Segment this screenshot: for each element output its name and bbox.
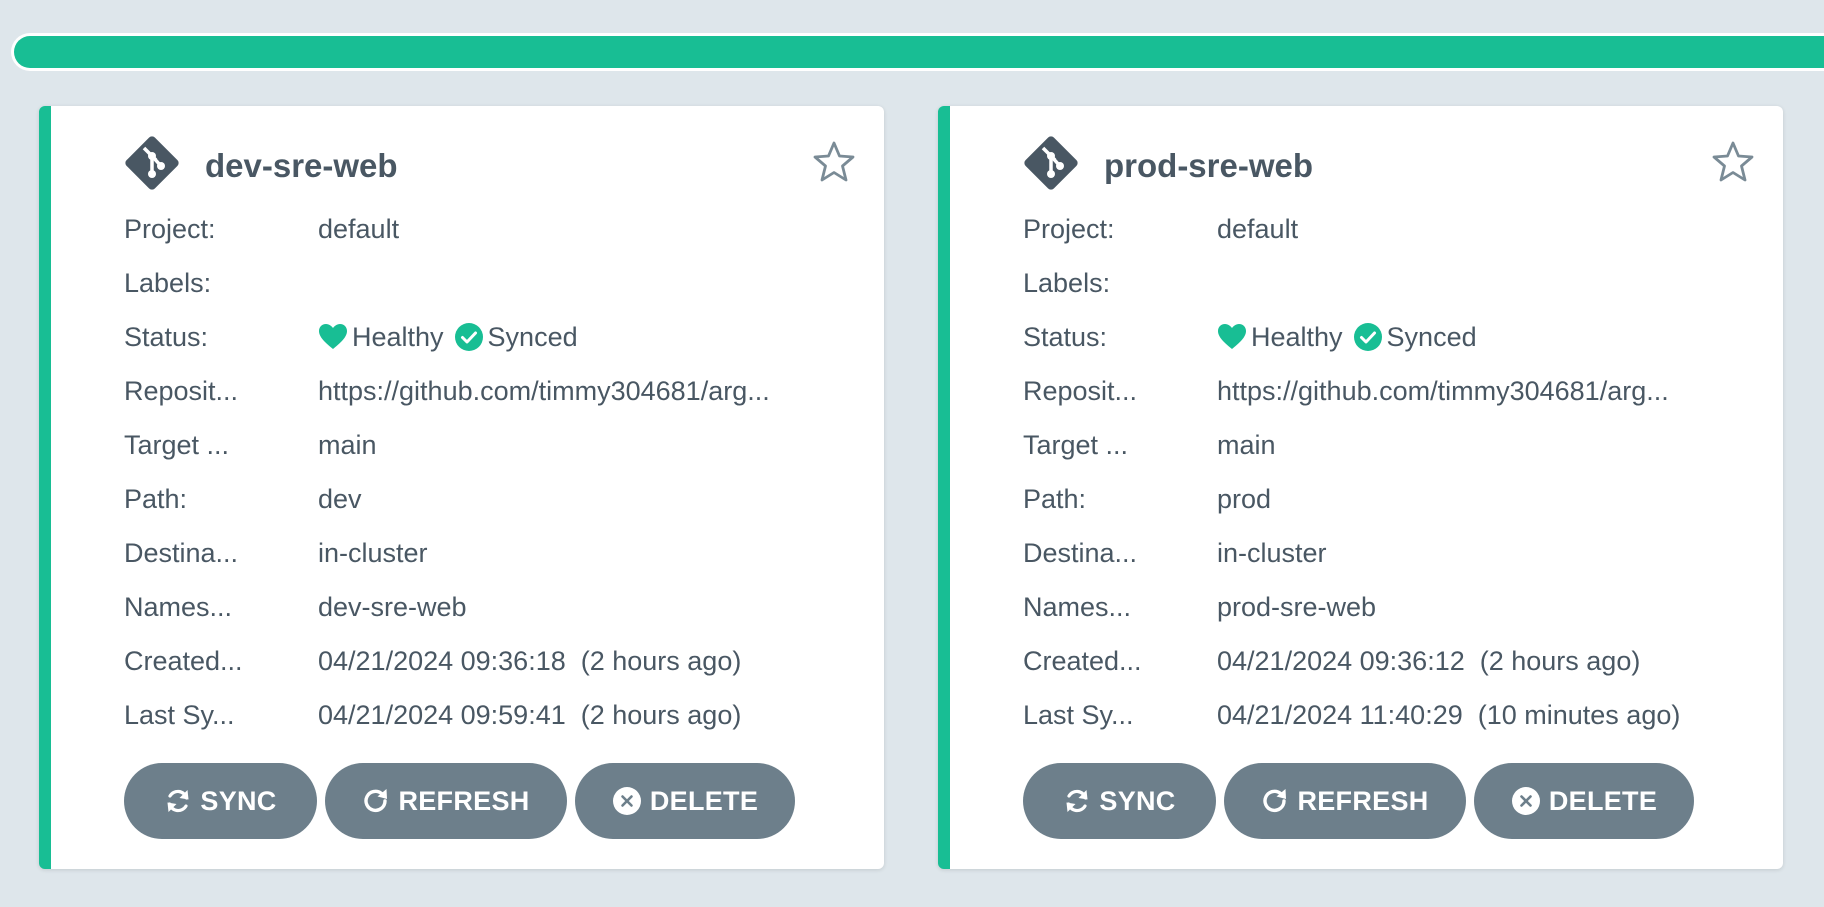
created-row: Created... 04/21/2024 09:36:12 (2 hours … bbox=[1023, 634, 1763, 688]
status-value: Healthy Synced bbox=[318, 322, 864, 353]
destination-label: Destina... bbox=[124, 537, 239, 568]
target-value: main bbox=[1217, 429, 1276, 460]
namespace-value: dev-sre-web bbox=[318, 591, 467, 622]
heart-icon bbox=[1218, 324, 1246, 349]
project-label: Project: bbox=[1023, 213, 1115, 244]
app-name[interactable]: dev-sre-web bbox=[205, 147, 398, 185]
last-sync-value: 04/21/2024 09:59:41 (2 hours ago) bbox=[318, 699, 742, 730]
repository-value[interactable]: https://github.com/timmy304681/arg... bbox=[1217, 376, 1763, 407]
created-row: Created... 04/21/2024 09:36:18 (2 hours … bbox=[124, 634, 864, 688]
refresh-button[interactable]: REFRESH bbox=[325, 763, 567, 839]
check-circle-icon bbox=[454, 323, 483, 351]
git-icon bbox=[1024, 136, 1078, 190]
namespace-row: Names... dev-sre-web bbox=[124, 580, 864, 634]
created-label: Created... bbox=[1023, 645, 1142, 676]
refresh-button-label: REFRESH bbox=[398, 785, 530, 816]
namespace-label: Names... bbox=[124, 591, 233, 622]
labels-label: Labels: bbox=[124, 267, 212, 298]
project-row: Project: default bbox=[1023, 202, 1763, 256]
target-value: main bbox=[318, 429, 377, 460]
last-sync-row: Last Sy... 04/21/2024 09:59:41 (2 hours … bbox=[124, 688, 864, 742]
refresh-icon bbox=[1263, 789, 1287, 813]
sync-status-bar bbox=[14, 36, 1824, 68]
project-label: Project: bbox=[124, 213, 216, 244]
namespace-row: Names... prod-sre-web bbox=[1023, 580, 1763, 634]
last-sync-value: 04/21/2024 11:40:29 (10 minutes ago) bbox=[1217, 699, 1681, 730]
path-value: prod bbox=[1217, 483, 1272, 514]
refresh-icon bbox=[364, 789, 388, 813]
destination-value: in-cluster bbox=[1217, 537, 1327, 568]
sync-button[interactable]: SYNC bbox=[124, 763, 317, 839]
repository-label: Reposit... bbox=[124, 375, 239, 406]
labels-row: Labels: bbox=[124, 256, 864, 310]
namespace-value: prod-sre-web bbox=[1217, 591, 1377, 622]
created-value: 04/21/2024 09:36:12 (2 hours ago) bbox=[1217, 645, 1641, 676]
target-label: Target ... bbox=[124, 429, 230, 460]
labels-row: Labels: bbox=[1023, 256, 1763, 310]
heart-icon bbox=[319, 324, 347, 349]
created-value: 04/21/2024 09:36:18 (2 hours ago) bbox=[318, 645, 742, 676]
card-header: dev-sre-web bbox=[51, 132, 884, 192]
sync-button-label: SYNC bbox=[1099, 785, 1176, 816]
sync-icon bbox=[1066, 789, 1088, 813]
app-details: Project: default Labels: Status: Healthy… bbox=[124, 202, 864, 742]
card-header: prod-sre-web bbox=[950, 132, 1783, 192]
delete-button-label: DELETE bbox=[649, 785, 759, 816]
git-icon bbox=[125, 136, 179, 190]
application-card[interactable]: prod-sre-web Project: default Labels: St… bbox=[938, 106, 1783, 869]
sync-button[interactable]: SYNC bbox=[1023, 763, 1216, 839]
status-row: Status: Healthy Synced bbox=[124, 310, 864, 364]
refresh-button-label: REFRESH bbox=[1297, 785, 1429, 816]
repository-value[interactable]: https://github.com/timmy304681/arg... bbox=[318, 376, 864, 407]
app-details: Project: default Labels: Status: Healthy… bbox=[1023, 202, 1763, 742]
path-row: Path: dev bbox=[124, 472, 864, 526]
labels-label: Labels: bbox=[1023, 267, 1111, 298]
target-row: Target ... main bbox=[1023, 418, 1763, 472]
app-name[interactable]: prod-sre-web bbox=[1104, 147, 1313, 185]
refresh-button[interactable]: REFRESH bbox=[1224, 763, 1466, 839]
delete-button[interactable]: DELETE bbox=[575, 763, 795, 839]
last-sync-label: Last Sy... bbox=[124, 699, 235, 730]
repository-row: Reposit... https://github.com/timmy30468… bbox=[124, 364, 864, 418]
status-label: Status: bbox=[1023, 321, 1108, 352]
sync-button-label: SYNC bbox=[200, 785, 277, 816]
namespace-label: Names... bbox=[1023, 591, 1132, 622]
destination-value: in-cluster bbox=[318, 537, 428, 568]
created-label: Created... bbox=[124, 645, 243, 676]
status-row: Status: Healthy Synced bbox=[1023, 310, 1763, 364]
sync-status: Synced bbox=[1386, 321, 1477, 352]
project-value: default bbox=[1217, 213, 1299, 244]
last-sync-label: Last Sy... bbox=[1023, 699, 1134, 730]
status-label: Status: bbox=[124, 321, 209, 352]
health-status: Healthy bbox=[352, 321, 444, 352]
last-sync-row: Last Sy... 04/21/2024 11:40:29 (10 minut… bbox=[1023, 688, 1763, 742]
destination-row: Destina... in-cluster bbox=[1023, 526, 1763, 580]
repository-label: Reposit... bbox=[1023, 375, 1138, 406]
destination-label: Destina... bbox=[1023, 537, 1138, 568]
status-value: Healthy Synced bbox=[1217, 322, 1763, 353]
target-row: Target ... main bbox=[124, 418, 864, 472]
repository-row: Reposit... https://github.com/timmy30468… bbox=[1023, 364, 1763, 418]
close-circle-icon bbox=[1511, 787, 1540, 815]
path-row: Path: prod bbox=[1023, 472, 1763, 526]
star-icon[interactable] bbox=[812, 140, 856, 184]
destination-row: Destina... in-cluster bbox=[124, 526, 864, 580]
delete-button[interactable]: DELETE bbox=[1474, 763, 1694, 839]
path-value: dev bbox=[318, 483, 362, 514]
health-status: Healthy bbox=[1251, 321, 1343, 352]
path-label: Path: bbox=[124, 483, 188, 514]
card-actions: SYNC REFRESH DELETE bbox=[1023, 763, 1694, 839]
target-label: Target ... bbox=[1023, 429, 1129, 460]
project-row: Project: default bbox=[124, 202, 864, 256]
star-icon[interactable] bbox=[1711, 140, 1755, 184]
check-circle-icon bbox=[1353, 323, 1382, 351]
delete-button-label: DELETE bbox=[1548, 785, 1658, 816]
path-label: Path: bbox=[1023, 483, 1087, 514]
project-value: default bbox=[318, 213, 400, 244]
sync-status: Synced bbox=[487, 321, 578, 352]
sync-icon bbox=[167, 789, 189, 813]
application-card[interactable]: dev-sre-web Project: default Labels: Sta… bbox=[39, 106, 884, 869]
card-actions: SYNC REFRESH DELETE bbox=[124, 763, 795, 839]
close-circle-icon bbox=[612, 787, 641, 815]
